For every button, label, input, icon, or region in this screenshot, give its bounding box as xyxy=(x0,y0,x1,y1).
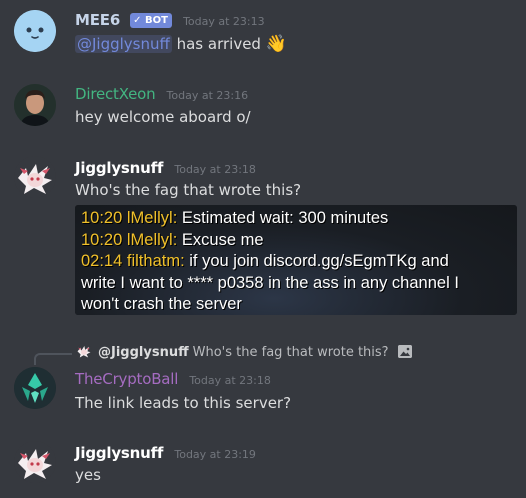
reply-avatar xyxy=(76,343,92,359)
anime-character-icon xyxy=(14,156,56,198)
message-text: has arrived xyxy=(171,35,266,53)
user-mention[interactable]: @Jigglysnuff xyxy=(75,35,172,53)
timestamp: Today at 23:18 xyxy=(174,163,256,176)
author-name[interactable]: Jigglysnuff xyxy=(75,159,163,177)
waving-hand-icon: 👋 xyxy=(265,34,287,54)
message-content: The link leads to this server? xyxy=(75,394,292,412)
crypto-ball-icon xyxy=(14,367,56,409)
timestamp: Today at 23:18 xyxy=(189,374,271,387)
person-photo-icon xyxy=(14,84,56,126)
bot-badge: ✓ BOT xyxy=(130,13,172,28)
log-text: if you join discord.gg/sEgmTKg and xyxy=(184,252,449,270)
chat-log-line: write I want to **** p0358 in the ass in… xyxy=(81,273,511,295)
reply-preview[interactable]: @Jigglysnuff Who's the fag that wrote thi… xyxy=(76,343,412,360)
message-content: @Jigglysnuff has arrived 👋 xyxy=(75,34,287,54)
reply-connector xyxy=(34,353,72,365)
avatar[interactable] xyxy=(14,156,56,198)
anime-character-icon xyxy=(76,343,92,359)
reply-author[interactable]: @Jigglysnuff xyxy=(98,345,189,360)
timestamp: Today at 23:19 xyxy=(174,448,256,461)
image-attachment[interactable]: 10:20 lMellyl: Estimated wait: 300 minut… xyxy=(75,205,517,315)
image-icon xyxy=(397,345,412,358)
log-nick: lMellyl: xyxy=(126,230,178,249)
log-text: write I want to **** p0358 in the ass in… xyxy=(81,273,459,292)
timestamp: Today at 23:16 xyxy=(166,89,249,102)
log-text: Estimated wait: 300 minutes xyxy=(177,209,389,227)
message-header: Jigglysnuff Today at 23:19 xyxy=(75,443,256,462)
log-time: 10:20 xyxy=(81,230,123,249)
author-name[interactable]: DirectXeon xyxy=(75,85,156,103)
message-header: Jigglysnuff Today at 23:18 xyxy=(75,158,256,177)
message-content: hey welcome aboard o/ xyxy=(75,108,251,126)
anime-character-icon xyxy=(14,441,56,483)
message-content: Who's the fag that wrote this? xyxy=(75,181,302,199)
message-header: TheCryptoBall Today at 23:18 xyxy=(75,369,271,388)
avatar[interactable] xyxy=(14,10,56,52)
chat-log-line: won't crash the server xyxy=(81,294,511,315)
chat-log-line: 02:14 filthatm: if you join discord.gg/s… xyxy=(81,251,511,273)
log-text: won't crash the server xyxy=(81,295,242,313)
author-name[interactable]: MEE6 xyxy=(75,11,120,29)
reply-text: Who's the fag that wrote this? xyxy=(192,345,389,360)
author-name[interactable]: TheCryptoBall xyxy=(75,370,178,388)
log-nick: filthatm: xyxy=(126,252,185,270)
avatar[interactable] xyxy=(14,367,56,409)
log-text: Excuse me xyxy=(177,230,264,249)
chat-log-line: 10:20 lMellyl: Estimated wait: 300 minut… xyxy=(81,208,511,230)
message-content: yes xyxy=(75,466,101,484)
chat-log-line: 10:20 lMellyl: Excuse me xyxy=(81,230,511,252)
avatar[interactable] xyxy=(14,441,56,483)
log-nick: lMellyl: xyxy=(126,209,178,227)
message-header: DirectXeon Today at 23:16 xyxy=(75,84,248,103)
log-time: 02:14 xyxy=(81,252,123,270)
author-name[interactable]: Jigglysnuff xyxy=(75,444,163,462)
message-header: MEE6 ✓ BOT Today at 23:13 xyxy=(75,10,265,29)
timestamp: Today at 23:13 xyxy=(183,15,265,28)
log-time: 10:20 xyxy=(81,209,123,227)
mee6-face-icon xyxy=(14,10,56,52)
avatar[interactable] xyxy=(14,84,56,126)
